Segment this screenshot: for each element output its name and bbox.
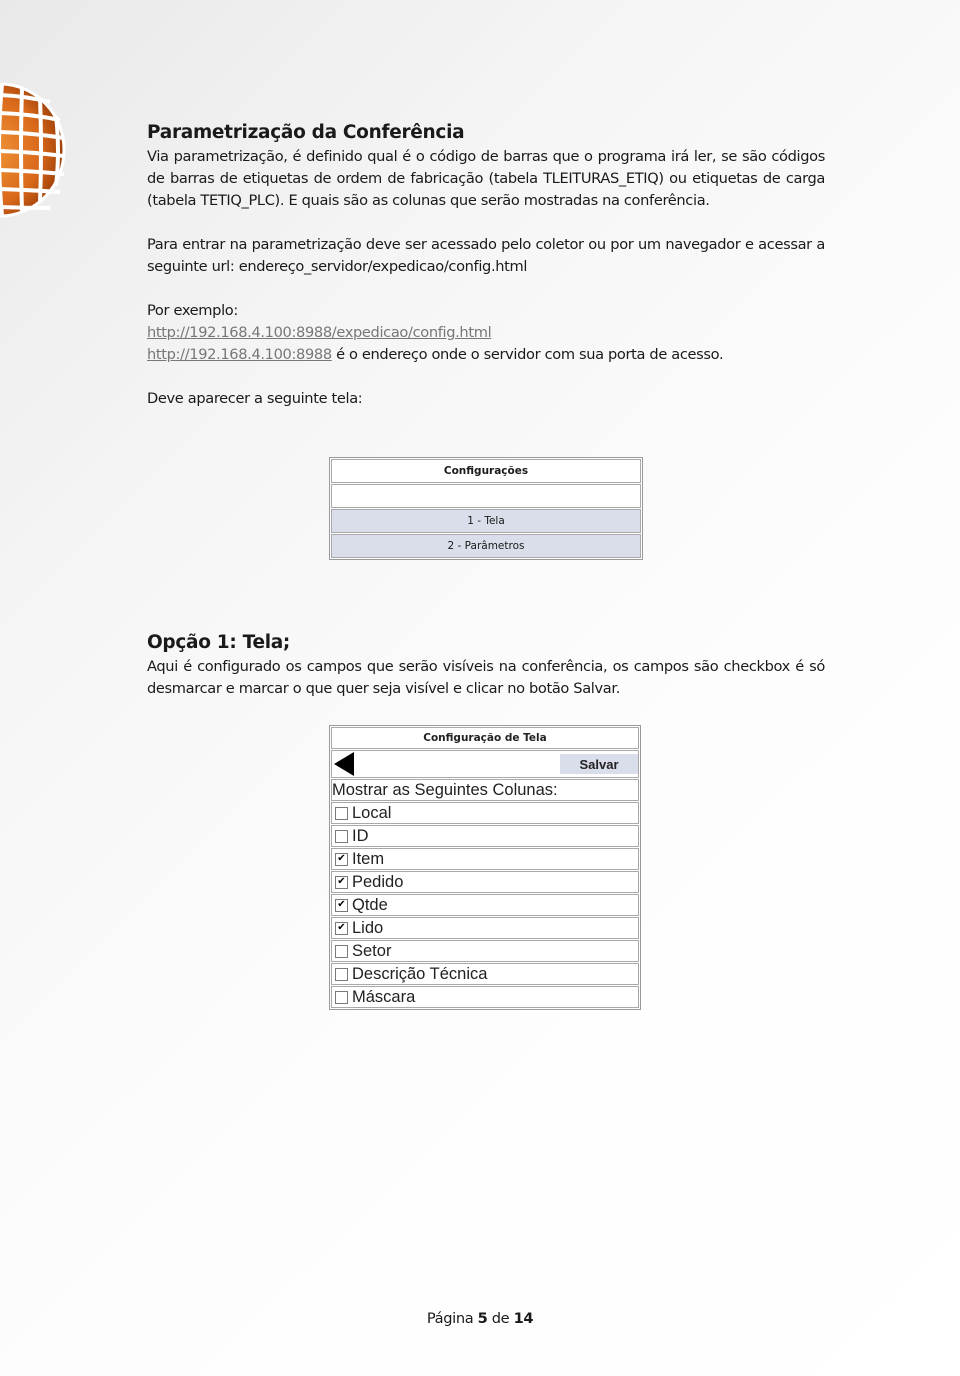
column-label: Lido	[352, 918, 384, 937]
document-body: Parametrização da Conferência Via parame…	[147, 120, 825, 410]
checkbox-unchecked[interactable]	[335, 967, 348, 981]
example-config-link[interactable]: http://192.168.4.100:8988/expedicao/conf…	[147, 324, 492, 341]
column-option-setor[interactable]: Setor	[331, 940, 639, 962]
page-number-footer: Página 5 de 14	[0, 1310, 960, 1327]
checkbox-checked[interactable]: ✔	[335, 875, 348, 889]
option1-paragraph: Aqui é configurado os campos que serão v…	[147, 658, 825, 697]
column-label: Descrição Técnica	[352, 964, 488, 983]
example-label: Por exemplo:	[147, 302, 238, 319]
screen-config-title: Configuração de Tela	[331, 727, 639, 749]
config-menu-screenshot: Configurações 1 - Tela 2 - Parâmetros	[329, 457, 643, 560]
column-option-qtde[interactable]: ✔ Qtde	[331, 894, 639, 916]
checkbox-checked[interactable]: ✔	[335, 852, 348, 866]
column-option-descricao-tecnica[interactable]: Descrição Técnica	[331, 963, 639, 985]
column-option-id[interactable]: ID	[331, 825, 639, 847]
column-option-pedido[interactable]: ✔ Pedido	[331, 871, 639, 893]
column-label: Setor	[352, 941, 392, 960]
save-button[interactable]: Salvar	[560, 754, 638, 774]
menu-option-tela[interactable]: 1 - Tela	[331, 509, 641, 533]
column-label: Qtde	[352, 895, 388, 914]
checkbox-checked[interactable]: ✔	[335, 921, 348, 935]
checkbox-unchecked[interactable]	[335, 829, 348, 843]
column-option-lido[interactable]: ✔ Lido	[331, 917, 639, 939]
globe-logo-icon	[0, 82, 66, 218]
intro-paragraph: Via parametrização, é definido qual é o …	[147, 148, 825, 209]
columns-list: Local ID ✔ Item ✔ Pedido ✔ Qtde ✔ Lido Setor…	[330, 802, 640, 1008]
example-server-link[interactable]: http://192.168.4.100:8988	[147, 346, 332, 363]
current-page: 5	[477, 1310, 488, 1327]
section-title-opcao1: Opção 1: Tela;	[147, 632, 291, 653]
total-pages: 14	[513, 1310, 534, 1327]
back-arrow-icon[interactable]	[334, 752, 354, 776]
column-option-mascara[interactable]: Máscara	[331, 986, 639, 1008]
access-paragraph: Para entrar na parametrização deve ser a…	[147, 236, 825, 275]
page-middle: de	[487, 1310, 514, 1327]
screen-intro-text: Deve aparecer a seguinte tela:	[147, 390, 363, 407]
checkbox-unchecked[interactable]	[335, 944, 348, 958]
example-server-description: é o endereço onde o servidor com sua por…	[331, 346, 724, 363]
checkbox-checked[interactable]: ✔	[335, 898, 348, 912]
section-option1: Opção 1: Tela; Aqui é configurado os cam…	[147, 630, 825, 700]
config-menu-spacer	[331, 484, 641, 508]
column-label: ID	[352, 826, 369, 845]
column-label: Máscara	[352, 987, 416, 1006]
config-menu-title: Configurações	[331, 459, 641, 483]
checkbox-unchecked[interactable]	[335, 990, 348, 1004]
column-option-local[interactable]: Local	[331, 802, 639, 824]
section-title-parametrizacao: Parametrização da Conferência	[147, 122, 465, 143]
column-label: Pedido	[352, 872, 404, 891]
menu-option-parametros[interactable]: 2 - Parâmetros	[331, 534, 641, 558]
columns-label: Mostrar as Seguintes Colunas:	[331, 779, 639, 801]
checkbox-unchecked[interactable]	[335, 806, 348, 820]
screen-config-screenshot: Configuração de Tela Salvar Mostrar as S…	[329, 725, 641, 1010]
page-prefix: Página	[426, 1310, 478, 1327]
screen-config-toolbar: Salvar	[331, 750, 639, 778]
column-label: Local	[352, 803, 392, 822]
column-option-item[interactable]: ✔ Item	[331, 848, 639, 870]
column-label: Item	[352, 849, 385, 868]
